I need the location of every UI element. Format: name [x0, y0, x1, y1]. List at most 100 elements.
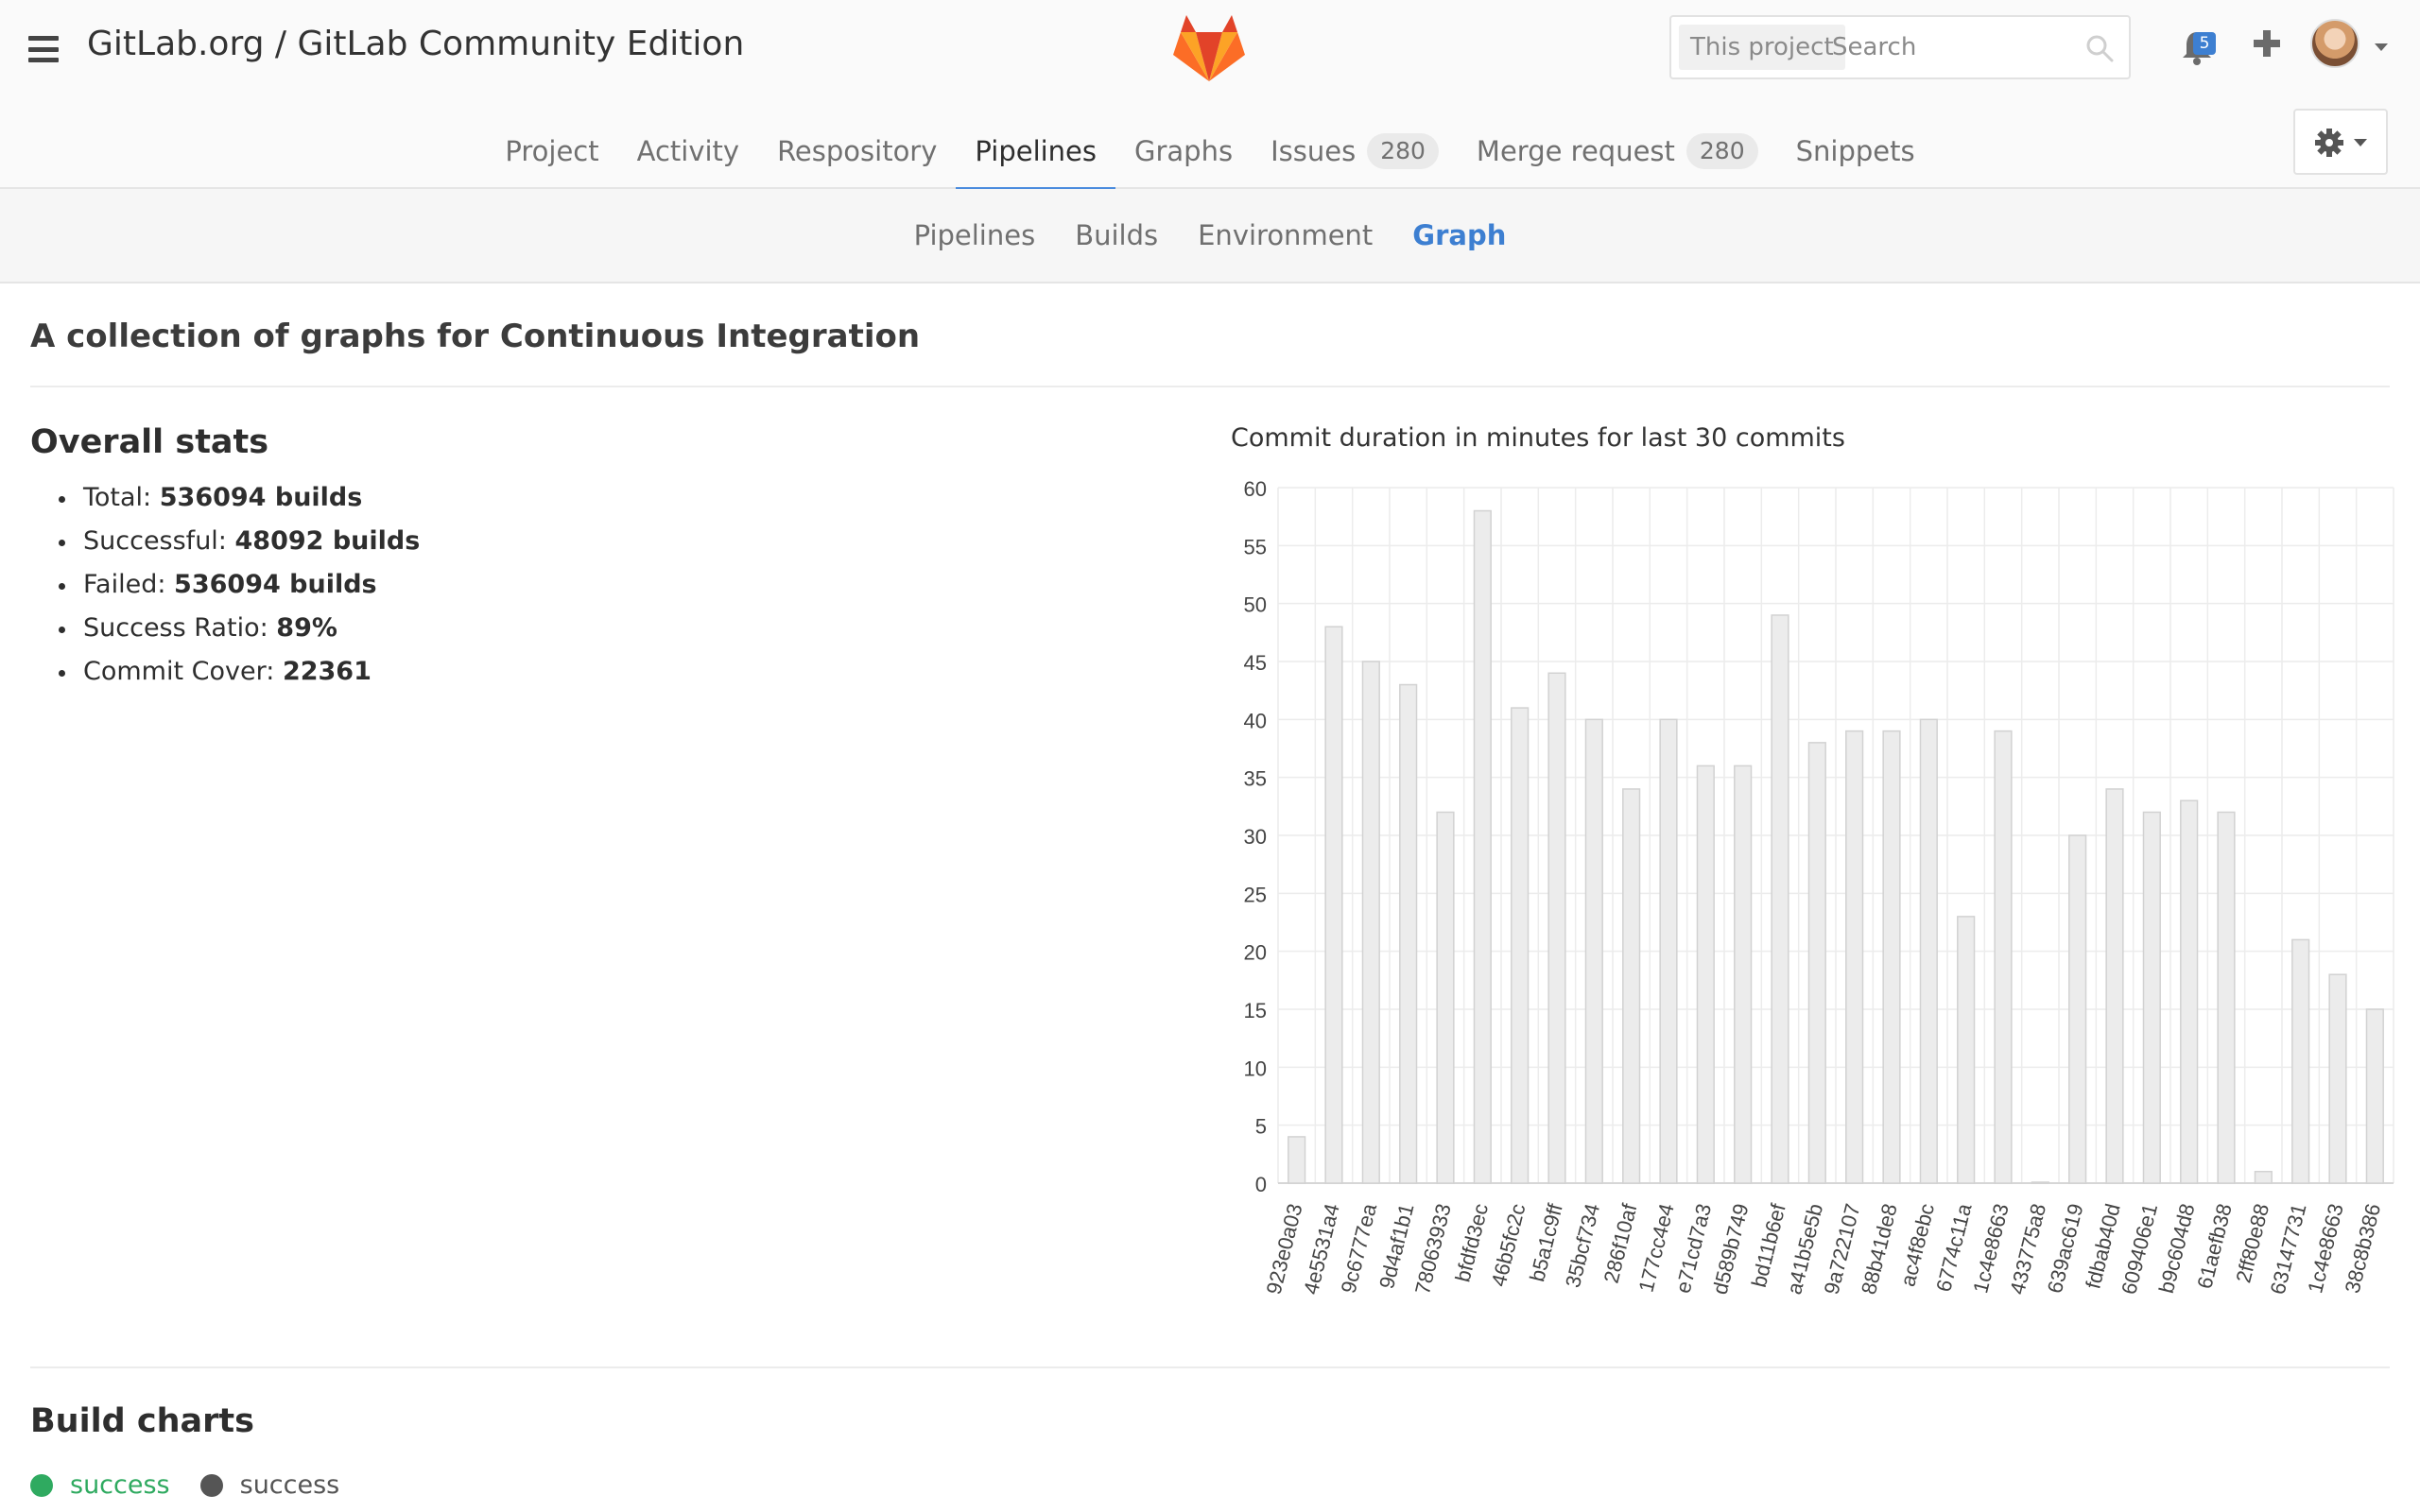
legend-dot-success [30, 1473, 53, 1497]
stat-success-ratio: Success Ratio: 89% [59, 607, 420, 650]
bar [1659, 718, 1678, 1184]
hamburger-icon[interactable] [28, 36, 59, 62]
subtab-builds[interactable]: Builds [1055, 219, 1178, 251]
avatar[interactable] [2310, 19, 2360, 68]
gitlab-logo[interactable] [1172, 13, 1246, 81]
subtab-environment[interactable]: Environment [1178, 219, 1392, 251]
bar [1288, 1136, 1306, 1184]
legend-item-success-dark[interactable]: success [199, 1470, 340, 1500]
build-charts-legend: success success [30, 1470, 370, 1500]
build-charts-title: Build charts [30, 1402, 254, 1440]
divider [30, 1366, 2390, 1368]
tab-label: Merge request [1476, 135, 1675, 167]
bar [2217, 811, 2236, 1184]
tab-graphs[interactable]: Graphs [1115, 113, 1252, 189]
bar [1957, 916, 1976, 1184]
page-heading: A collection of graphs for Continuous In… [30, 318, 921, 355]
top-header: GitLab.org / GitLab Community Edition Th… [0, 0, 2420, 191]
x-tick-label: 61aefb38 [2192, 1201, 2236, 1291]
search-input[interactable] [1832, 25, 2068, 70]
tab-label: Activity [636, 135, 740, 167]
stat-label: Failed: [83, 570, 166, 599]
x-tick-label: b5a1c9ff [1525, 1200, 1567, 1283]
stat-label: Commit Cover: [83, 657, 275, 686]
bar [1845, 730, 1864, 1184]
tab-issues[interactable]: Issues 280 [1252, 113, 1458, 189]
gear-icon [2315, 129, 2343, 157]
x-tick-label: 46b5fc2c [1487, 1201, 1530, 1289]
stat-total: Total: 536094 builds [59, 476, 420, 520]
bar [1734, 765, 1753, 1184]
chevron-down-icon[interactable] [2375, 43, 2388, 51]
bar [1324, 626, 1343, 1184]
bar [1807, 742, 1826, 1184]
x-tick-label: bfdfd3ec [1451, 1201, 1494, 1284]
tab-merge-requests[interactable]: Merge request 280 [1458, 113, 1777, 189]
bar [2180, 799, 2199, 1184]
overall-stats-title: Overall stats [30, 423, 269, 461]
y-tick-label: 40 [1244, 709, 1267, 732]
main-nav: Project Activity Respository Pipelines G… [0, 113, 2420, 191]
tab-repository[interactable]: Respository [758, 113, 956, 189]
y-tick-label: 30 [1244, 825, 1267, 849]
plus-icon[interactable] [2252, 28, 2282, 59]
merge-request-count-badge: 280 [1685, 133, 1758, 169]
y-tick-label: 25 [1244, 883, 1267, 906]
x-tick-label: 78063933 [1410, 1201, 1456, 1297]
search-icon[interactable] [2085, 34, 2114, 62]
stat-value: 536094 builds [159, 483, 363, 512]
bar [1696, 765, 1715, 1184]
stat-value: 536094 builds [174, 570, 377, 599]
y-tick-label: 0 [1255, 1173, 1267, 1196]
stat-value: 89% [276, 613, 337, 643]
x-tick-label: fdbab40d [2081, 1201, 2124, 1291]
x-tick-label: 1c4e8663 [1968, 1201, 2014, 1296]
chart-title: Commit duration in minutes for last 30 c… [1231, 423, 1845, 453]
legend-dot-success-dark [199, 1473, 223, 1497]
project-title[interactable]: GitLab.org / GitLab Community Edition [87, 25, 744, 63]
legend-label: success [239, 1470, 340, 1500]
legend-item-success[interactable]: success [30, 1470, 170, 1500]
bar [1511, 707, 1530, 1184]
tab-project[interactable]: Project [486, 113, 617, 189]
x-tick-label: 1c4e8663 [2303, 1201, 2348, 1296]
y-tick-label: 5 [1255, 1115, 1267, 1139]
tab-label: Issues [1270, 135, 1357, 167]
bar [2105, 788, 2124, 1184]
bar [1771, 614, 1789, 1184]
bar [2068, 834, 2087, 1184]
stat-successful: Successful: 48092 builds [59, 520, 420, 563]
x-tick-label: 6774c11a [1931, 1200, 1976, 1294]
y-tick-label: 20 [1244, 941, 1267, 965]
bar [2254, 1170, 2273, 1184]
x-tick-label: 35bcf734 [1561, 1201, 1604, 1290]
tab-snippets[interactable]: Snippets [1777, 113, 1934, 189]
stat-label: Total: [83, 483, 152, 512]
tab-label: Graphs [1134, 135, 1234, 167]
y-tick-label: 35 [1244, 767, 1267, 791]
chevron-down-icon [2354, 139, 2367, 146]
x-tick-label: bd11b6ef [1747, 1200, 1790, 1289]
tab-pipelines[interactable]: Pipelines [956, 113, 1115, 191]
bar [1919, 718, 1938, 1184]
stat-label: Success Ratio: [83, 613, 268, 643]
bar [2365, 1008, 2384, 1184]
subtab-graph[interactable]: Graph [1392, 219, 1526, 251]
subtab-pipelines[interactable]: Pipelines [894, 219, 1056, 251]
bar [1882, 730, 1901, 1184]
stat-value: 48092 builds [234, 526, 421, 556]
bar [1622, 788, 1641, 1184]
divider [30, 386, 2390, 387]
y-tick-label: 45 [1244, 651, 1267, 675]
search-box: This project [1669, 15, 2131, 79]
stat-label: Successful: [83, 526, 227, 556]
legend-label: success [70, 1470, 170, 1500]
tab-activity[interactable]: Activity [618, 113, 758, 189]
settings-dropdown-button[interactable] [2293, 109, 2388, 175]
x-tick-label: 2ff80e88 [2231, 1201, 2273, 1285]
bar [1399, 683, 1418, 1184]
overall-stats-list: Total: 536094 builds Successful: 48092 b… [59, 476, 420, 694]
search-scope-label[interactable]: This project [1679, 25, 1845, 70]
y-tick-label: 10 [1244, 1057, 1267, 1080]
x-tick-label: 177cc4e4 [1634, 1201, 1679, 1295]
